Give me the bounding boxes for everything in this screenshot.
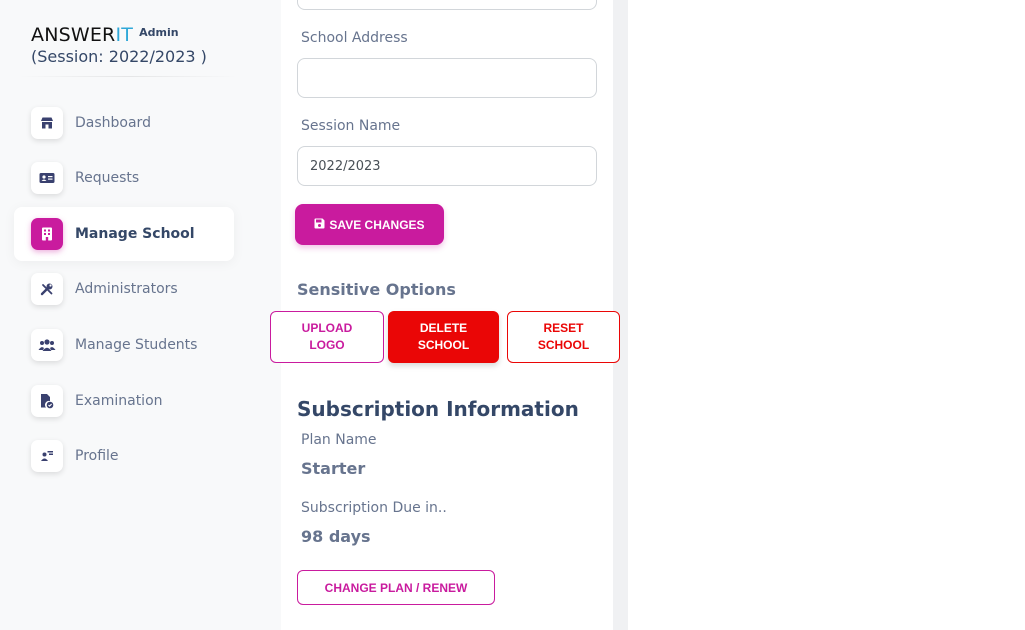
sidebar-item-label: Dashboard [75,115,151,131]
sidebar-item-profile[interactable]: Profile [14,429,234,483]
sidebar-item-label: Profile [75,448,119,464]
sidebar-item-label: Requests [75,170,140,186]
school-address-input[interactable] [297,58,597,98]
change-plan-button[interactable]: CHANGE PLAN / RENEW [297,570,495,605]
sidebar-item-administrators[interactable]: Administrators [14,262,234,316]
sidebar-item-manage-school[interactable]: Manage School [14,207,234,261]
brand-name-accent: IT [115,24,134,46]
sidebar-item-label: Manage Students [75,337,198,353]
brand-name: ANSWERIT [31,24,134,46]
sidebar-item-label: Manage School [75,226,195,242]
save-changes-button[interactable]: SAVE CHANGES [295,204,444,245]
session-name-input[interactable] [297,146,597,186]
subscription-due-label: Subscription Due in.. [301,500,447,516]
session-label: (Session: 2022/2023 ) [31,47,207,66]
plan-name-value: Starter [301,459,366,478]
sidebar-item-label: Examination [75,393,163,409]
building-icon [31,218,63,250]
sensitive-options-title: Sensitive Options [297,280,456,299]
sidebar-item-manage-students[interactable]: Manage Students [14,318,234,372]
save-icon [314,218,325,232]
sidebar-item-requests[interactable]: Requests [14,151,234,205]
subscription-title: Subscription Information [297,397,579,421]
tools-icon [31,273,63,305]
sidebar-item-examination[interactable]: Examination [14,374,234,428]
subscription-due-value: 98 days [301,527,371,546]
session-name-label: Session Name [301,118,401,134]
user-profile-icon [31,440,63,472]
file-check-icon [31,385,63,417]
plan-name-label: Plan Name [301,432,377,448]
sidebar-item-dashboard[interactable]: Dashboard [14,96,234,150]
save-button-label: SAVE CHANGES [329,217,425,232]
right-panel [628,0,1025,630]
upload-logo-button[interactable]: UPLOAD LOGO [270,311,384,363]
school-address-label: School Address [301,30,408,46]
school-name-field[interactable] [297,0,597,10]
sidebar-divider [18,76,238,77]
sidebar: ANSWERIT Admin (Session: 2022/2023 ) Dash… [0,0,250,630]
brand[interactable]: ANSWERIT Admin (Session: 2022/2023 ) [31,24,207,66]
id-card-icon [31,162,63,194]
store-icon [31,107,63,139]
brand-role: Admin [139,26,179,39]
delete-school-button[interactable]: DELETE SCHOOL [388,311,499,363]
reset-school-button[interactable]: RESET SCHOOL [507,311,620,363]
sidebar-item-label: Administrators [75,281,178,297]
users-icon [31,329,63,361]
